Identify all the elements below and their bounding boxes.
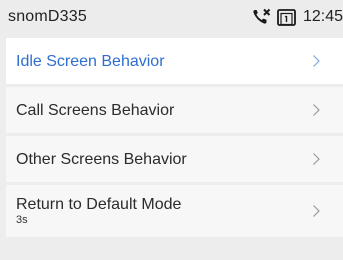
device-name: snomD335	[8, 7, 87, 25]
settings-menu: Idle Screen Behavior Call Screens Behavi…	[6, 38, 343, 240]
status-indicators: 12:45	[251, 0, 343, 33]
status-bar: snomD335 12:45	[0, 0, 343, 33]
clock: 12:45	[302, 7, 343, 25]
menu-item-value: 3s	[16, 214, 28, 226]
chevron-right-icon	[313, 104, 320, 116]
menu-item-label: Return to Default Mode	[16, 196, 182, 213]
chevron-right-icon	[313, 205, 320, 217]
chevron-right-icon	[313, 153, 320, 165]
menu-item-label: Call Screens Behavior	[16, 101, 175, 119]
message-box-icon	[276, 7, 298, 27]
missed-call-icon	[251, 7, 273, 27]
menu-item-idle-screen-behavior[interactable]: Idle Screen Behavior	[6, 38, 343, 84]
menu-item-return-to-default-mode[interactable]: Return to Default Mode 3s	[6, 185, 343, 237]
menu-item-other-screens-behavior[interactable]: Other Screens Behavior	[6, 136, 343, 182]
phone-screen: snomD335 12:45 Idle Screen Behavior Call…	[0, 0, 343, 260]
menu-item-label: Other Screens Behavior	[16, 150, 187, 168]
menu-item-label: Idle Screen Behavior	[16, 52, 165, 70]
menu-item-call-screens-behavior[interactable]: Call Screens Behavior	[6, 87, 343, 133]
chevron-right-icon	[313, 55, 320, 67]
